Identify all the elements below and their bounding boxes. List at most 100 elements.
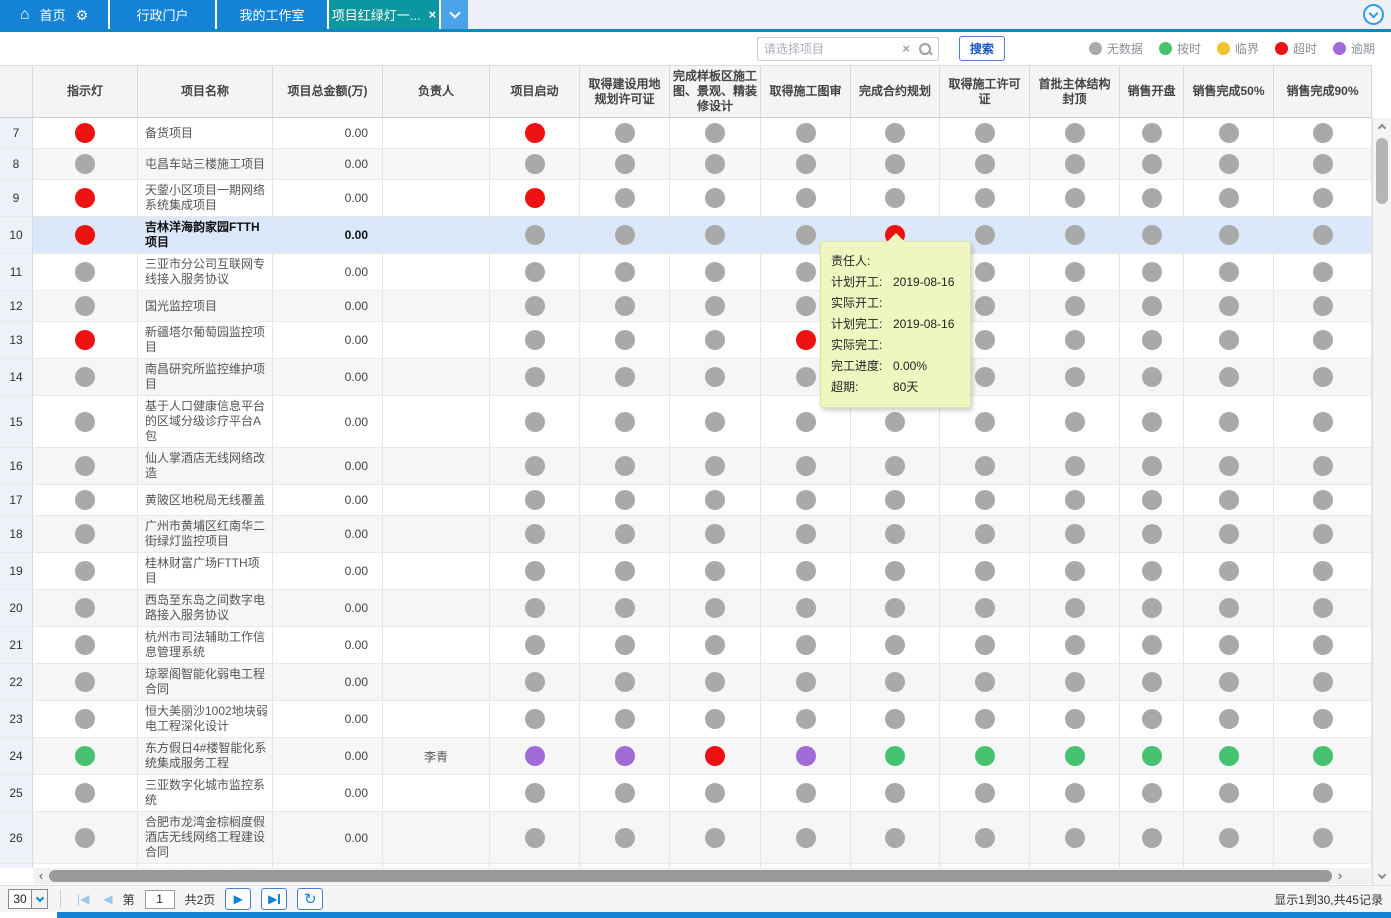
status-dot[interactable] (1219, 456, 1239, 476)
status-dot[interactable] (796, 709, 816, 729)
status-dot[interactable] (75, 412, 95, 432)
status-dot[interactable] (975, 296, 995, 316)
collapse-panel-button[interactable] (1363, 4, 1384, 25)
status-dot[interactable] (705, 330, 725, 350)
status-dot[interactable] (796, 367, 816, 387)
status-dot[interactable] (1142, 709, 1162, 729)
status-dot[interactable] (1065, 561, 1085, 581)
status-dot[interactable] (1142, 262, 1162, 282)
project-name-cell[interactable]: 新疆塔尔葡萄园监控项目 (138, 322, 273, 358)
status-dot[interactable] (975, 456, 995, 476)
table-row[interactable]: 14南昌研究所监控维护项目0.00 (0, 359, 1372, 396)
status-dot[interactable] (525, 262, 545, 282)
status-dot[interactable] (1142, 783, 1162, 803)
status-dot[interactable] (1219, 635, 1239, 655)
status-dot[interactable] (525, 524, 545, 544)
status-dot[interactable] (796, 490, 816, 510)
status-dot[interactable] (525, 635, 545, 655)
status-dot[interactable] (75, 367, 95, 387)
table-row[interactable]: 18广州市黄埔区红南华二街绿灯监控项目0.00 (0, 516, 1372, 553)
table-row[interactable]: 26合肥市龙湾金棕榈度假酒店无线网络工程建设合同0.00 (0, 812, 1372, 864)
status-dot[interactable] (1219, 783, 1239, 803)
status-dot[interactable] (1313, 561, 1333, 581)
status-dot[interactable] (705, 490, 725, 510)
status-dot[interactable] (796, 330, 816, 350)
status-dot[interactable] (885, 783, 905, 803)
search-button[interactable]: 搜索 (959, 36, 1005, 61)
horizontal-scroll-thumb[interactable] (49, 870, 1332, 882)
status-dot[interactable] (615, 672, 635, 692)
gear-icon[interactable]: ⚙ (76, 8, 89, 22)
status-dot[interactable] (1142, 635, 1162, 655)
status-dot[interactable] (796, 154, 816, 174)
status-dot[interactable] (975, 746, 995, 766)
status-dot[interactable] (705, 746, 725, 766)
status-dot[interactable] (525, 709, 545, 729)
status-dot[interactable] (1219, 367, 1239, 387)
status-dot[interactable] (1065, 123, 1085, 143)
status-dot[interactable] (615, 561, 635, 581)
status-dot[interactable] (75, 746, 95, 766)
search-icon[interactable] (918, 42, 932, 56)
status-dot[interactable] (1065, 490, 1085, 510)
status-dot[interactable] (1313, 783, 1333, 803)
status-dot[interactable] (705, 296, 725, 316)
project-name-cell[interactable]: 琼翠阁智能化弱电工程合同 (138, 664, 273, 700)
table-row[interactable]: 23恒大美丽沙1002地块弱电工程深化设计0.00 (0, 701, 1372, 738)
table-row[interactable]: 7备货项目0.00 (0, 118, 1372, 149)
status-dot[interactable] (796, 672, 816, 692)
project-name-cell[interactable]: 南昌研究所监控维护项目 (138, 359, 273, 395)
status-dot[interactable] (975, 154, 995, 174)
project-name-cell[interactable]: 合肥市龙湾金棕榈度假酒店无线网络工程建设合同 (138, 812, 273, 863)
status-dot[interactable] (705, 598, 725, 618)
status-dot[interactable] (525, 672, 545, 692)
project-name-cell[interactable]: 桂林财富广场FTTH项目 (138, 553, 273, 589)
vertical-scrollbar[interactable] (1372, 118, 1391, 885)
status-dot[interactable] (975, 188, 995, 208)
status-dot[interactable] (1219, 598, 1239, 618)
status-dot[interactable] (1313, 123, 1333, 143)
status-dot[interactable] (796, 828, 816, 848)
status-dot[interactable] (885, 188, 905, 208)
status-dot[interactable] (1219, 188, 1239, 208)
table-row[interactable]: 9天蓥小区项目一期网络系统集成项目0.00 (0, 180, 1372, 217)
status-dot[interactable] (885, 524, 905, 544)
status-dot[interactable] (1065, 412, 1085, 432)
status-dot[interactable] (885, 598, 905, 618)
status-dot[interactable] (615, 412, 635, 432)
status-dot[interactable] (525, 296, 545, 316)
status-dot[interactable] (615, 598, 635, 618)
status-dot[interactable] (1219, 709, 1239, 729)
status-dot[interactable] (615, 783, 635, 803)
horizontal-scrollbar[interactable]: ‹ › (33, 868, 1372, 884)
scroll-right-arrow[interactable]: › (1332, 868, 1348, 884)
status-dot[interactable] (1313, 598, 1333, 618)
status-dot[interactable] (1142, 561, 1162, 581)
status-dot[interactable] (525, 828, 545, 848)
table-row[interactable]: 25三亚数字化城市监控系统0.00 (0, 775, 1372, 812)
status-dot[interactable] (75, 635, 95, 655)
tab-admin-portal[interactable]: 行政门户 (110, 0, 217, 29)
refresh-icon[interactable]: ↻ (297, 888, 323, 910)
status-dot[interactable] (705, 367, 725, 387)
close-icon[interactable]: × (429, 7, 437, 22)
last-page-button[interactable]: ▶ (261, 888, 287, 910)
status-dot[interactable] (615, 709, 635, 729)
status-dot[interactable] (1313, 296, 1333, 316)
tab-home[interactable]: ⌂ 首页 ⚙ (0, 0, 110, 29)
status-dot[interactable] (1142, 225, 1162, 245)
table-row[interactable]: 12国光监控项目0.00 (0, 291, 1372, 322)
status-dot[interactable] (1313, 672, 1333, 692)
status-dot[interactable] (1065, 225, 1085, 245)
status-dot[interactable] (1313, 262, 1333, 282)
status-dot[interactable] (1065, 262, 1085, 282)
project-name-cell[interactable]: 备货项目 (138, 118, 273, 148)
project-name-cell[interactable]: 东方假日4#楼智能化系统集成服务工程 (138, 738, 273, 774)
status-dot[interactable] (885, 154, 905, 174)
status-dot[interactable] (1142, 123, 1162, 143)
project-name-cell[interactable]: 杭州市司法辅助工作信息管理系统 (138, 627, 273, 663)
table-row[interactable]: 10吉林洋海韵家园FTTH项目0.00 (0, 217, 1372, 254)
status-dot[interactable] (1219, 262, 1239, 282)
status-dot[interactable] (885, 709, 905, 729)
status-dot[interactable] (1065, 188, 1085, 208)
